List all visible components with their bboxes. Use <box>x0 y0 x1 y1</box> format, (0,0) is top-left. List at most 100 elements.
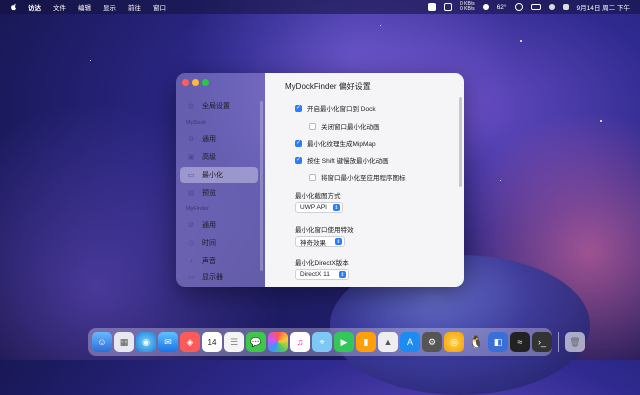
launchpad-icon[interactable]: ▦ <box>114 332 134 352</box>
sidebar-item-mydock-preview[interactable]: ▤ 预览 <box>180 185 258 201</box>
maps-icon[interactable]: ⌖ <box>312 332 332 352</box>
select-value: UWP API <box>300 204 327 211</box>
sidebar-item-myfinder-general[interactable]: ⚙ 通用 <box>180 217 258 233</box>
menu-edit[interactable]: 编辑 <box>78 2 91 12</box>
app-store-icon[interactable]: A <box>400 332 420 352</box>
sidebar-item-myfinder-time[interactable]: ◷ 时间 <box>180 235 258 251</box>
option-shift-slow-motion[interactable]: ✓ 按住 Shift 键慢放最小化动画 <box>295 155 389 165</box>
trash-icon[interactable]: 🗑 <box>565 332 585 352</box>
sound-icon: ♪ <box>189 257 193 265</box>
dock: ☺ ▦ ◉ ✉ ◈ 14 ☰ 💬 ♫ ⌖ ▶ ▮ ▲ A ⚙ ◎ 🐧 ◧ ≈ ›… <box>88 328 585 356</box>
sidebar-item-myfinder-display[interactable]: ▭ 显示器 <box>180 269 258 285</box>
activity-monitor-icon[interactable]: ≈ <box>510 332 530 352</box>
music-icon[interactable]: ♫ <box>290 332 310 352</box>
effect-label: 最小化窗口使用特效 <box>295 227 354 234</box>
window-title: MyDockFinder 偏好设置 <box>285 82 371 91</box>
advanced-icon: ▣ <box>187 154 195 161</box>
calendar-day: 14 <box>207 337 217 347</box>
menu-app-name[interactable]: 访达 <box>28 2 41 12</box>
select-value: DirectX 11 <box>300 271 330 278</box>
sidebar-section-mydock: MyDock <box>186 120 206 126</box>
sidebar-item-label: 通用 <box>202 222 216 229</box>
search-icon[interactable] <box>514 3 523 11</box>
photo-booth-icon[interactable]: ◈ <box>180 332 200 352</box>
sidebar-section-myfinder: MyFinder <box>186 206 209 212</box>
status-box-icon[interactable] <box>443 3 452 11</box>
chrome-icon[interactable]: ◎ <box>444 332 464 352</box>
control-center-icon[interactable] <box>562 4 569 10</box>
display-icon: ▭ <box>187 274 195 281</box>
facetime-icon[interactable]: ▶ <box>334 332 354 352</box>
finder-icon[interactable]: ☺ <box>92 332 112 352</box>
effect-select[interactable]: 神奇效果 ⇕ <box>295 236 345 247</box>
sidebar-item-label: 高级 <box>202 154 216 161</box>
system-preferences-icon[interactable]: ⚙ <box>422 332 442 352</box>
qq-icon[interactable]: 🐧 <box>466 332 486 352</box>
screenshot-method-select[interactable]: UWP API ⇕ <box>295 202 343 213</box>
app-icon[interactable]: ◧ <box>488 332 508 352</box>
apple-icon[interactable] <box>10 3 18 11</box>
sidebar-scrollbar[interactable] <box>260 101 263 271</box>
minimize-icon: ▭ <box>187 172 195 179</box>
books-icon[interactable]: ▮ <box>356 332 376 352</box>
checkbox-checked[interactable]: ✓ <box>295 156 302 164</box>
option-mipmap[interactable]: ✓ 最小化纹理生成MipMap <box>295 138 376 148</box>
close-button[interactable] <box>182 79 189 86</box>
option-label: 将窗口最小化至应用程序图标 <box>321 175 406 182</box>
sidebar-item-global[interactable]: ◍ 全局设置 <box>180 98 258 114</box>
preferences-window: ◍ 全局设置 MyDock ⚙ 通用 ▣ 高级 ▭ 最小化 ▤ 预览 MyFin… <box>176 73 464 287</box>
clock-icon: ◷ <box>187 240 195 247</box>
sidebar: ◍ 全局设置 MyDock ⚙ 通用 ▣ 高级 ▭ 最小化 ▤ 预览 MyFin… <box>176 73 265 287</box>
option-minimize-to-app-icon[interactable]: 将窗口最小化至应用程序图标 <box>309 172 406 182</box>
edge-icon[interactable]: ◉ <box>136 332 156 352</box>
messages-icon[interactable]: 💬 <box>246 332 266 352</box>
checkbox-unchecked[interactable] <box>309 122 316 130</box>
keynote-icon[interactable]: ▲ <box>378 332 398 352</box>
sidebar-item-label: 最小化 <box>202 172 223 179</box>
chevron-updown-icon: ⇕ <box>333 204 340 211</box>
mail-icon[interactable]: ✉ <box>158 332 178 352</box>
status-app-icon[interactable] <box>427 3 436 11</box>
settings-pane: MyDockFinder 偏好设置 ✓ 开启最小化窗口到 Dock 关闭窗口最小… <box>265 73 464 287</box>
gear-icon: ⚙ <box>187 136 195 143</box>
gear-icon: ⚙ <box>187 222 195 229</box>
sidebar-item-mydock-general[interactable]: ⚙ 通用 <box>180 131 258 147</box>
photos-icon[interactable] <box>268 332 288 352</box>
reminders-icon[interactable]: ☰ <box>224 332 244 352</box>
menu-file[interactable]: 文件 <box>53 2 66 12</box>
sidebar-item-mydock-minimize[interactable]: ▭ 最小化 <box>180 167 258 183</box>
globe-icon: ◍ <box>187 103 195 110</box>
star <box>600 120 602 122</box>
zoom-button[interactable] <box>202 79 209 86</box>
preview-icon: ▤ <box>187 190 195 197</box>
sidebar-item-myfinder-sound[interactable]: ♪ 声音 <box>180 253 258 269</box>
calendar-icon[interactable]: 14 <box>202 332 222 352</box>
temperature-readout[interactable]: 62° <box>497 4 507 11</box>
star <box>380 25 381 26</box>
wifi-icon[interactable] <box>548 4 555 10</box>
star <box>90 60 91 61</box>
sidebar-item-label: 通用 <box>202 136 216 143</box>
menu-window[interactable]: 窗口 <box>153 2 166 12</box>
screenshot-method-label: 最小化截图方式 <box>295 193 341 200</box>
terminal-icon[interactable]: ›_ <box>532 332 552 352</box>
content-scrollbar[interactable] <box>459 97 462 187</box>
cloud-icon[interactable] <box>482 4 489 10</box>
option-label: 关闭窗口最小化动画 <box>321 124 380 131</box>
menu-go[interactable]: 前往 <box>128 2 141 12</box>
dock-separator <box>558 332 559 352</box>
minimize-button[interactable] <box>192 79 199 86</box>
checkbox-unchecked[interactable] <box>309 173 316 181</box>
option-disable-minimize-animation[interactable]: 关闭窗口最小化动画 <box>309 121 380 131</box>
sidebar-item-mydock-advanced[interactable]: ▣ 高级 <box>180 149 258 165</box>
battery-icon[interactable] <box>530 4 541 10</box>
net-speed: 0 KB/s 0 KB/s <box>460 2 475 12</box>
star <box>500 180 501 181</box>
chevron-updown-icon: ⇕ <box>339 271 346 278</box>
option-minimize-to-dock[interactable]: ✓ 开启最小化窗口到 Dock <box>295 103 376 113</box>
directx-select[interactable]: DirectX 11 ⇕ <box>295 269 349 280</box>
menu-view[interactable]: 显示 <box>103 2 116 12</box>
clock-readout[interactable]: 9月14日 周二 下午 <box>577 2 630 12</box>
checkbox-checked[interactable]: ✓ <box>295 104 302 112</box>
checkbox-checked[interactable]: ✓ <box>295 139 302 147</box>
